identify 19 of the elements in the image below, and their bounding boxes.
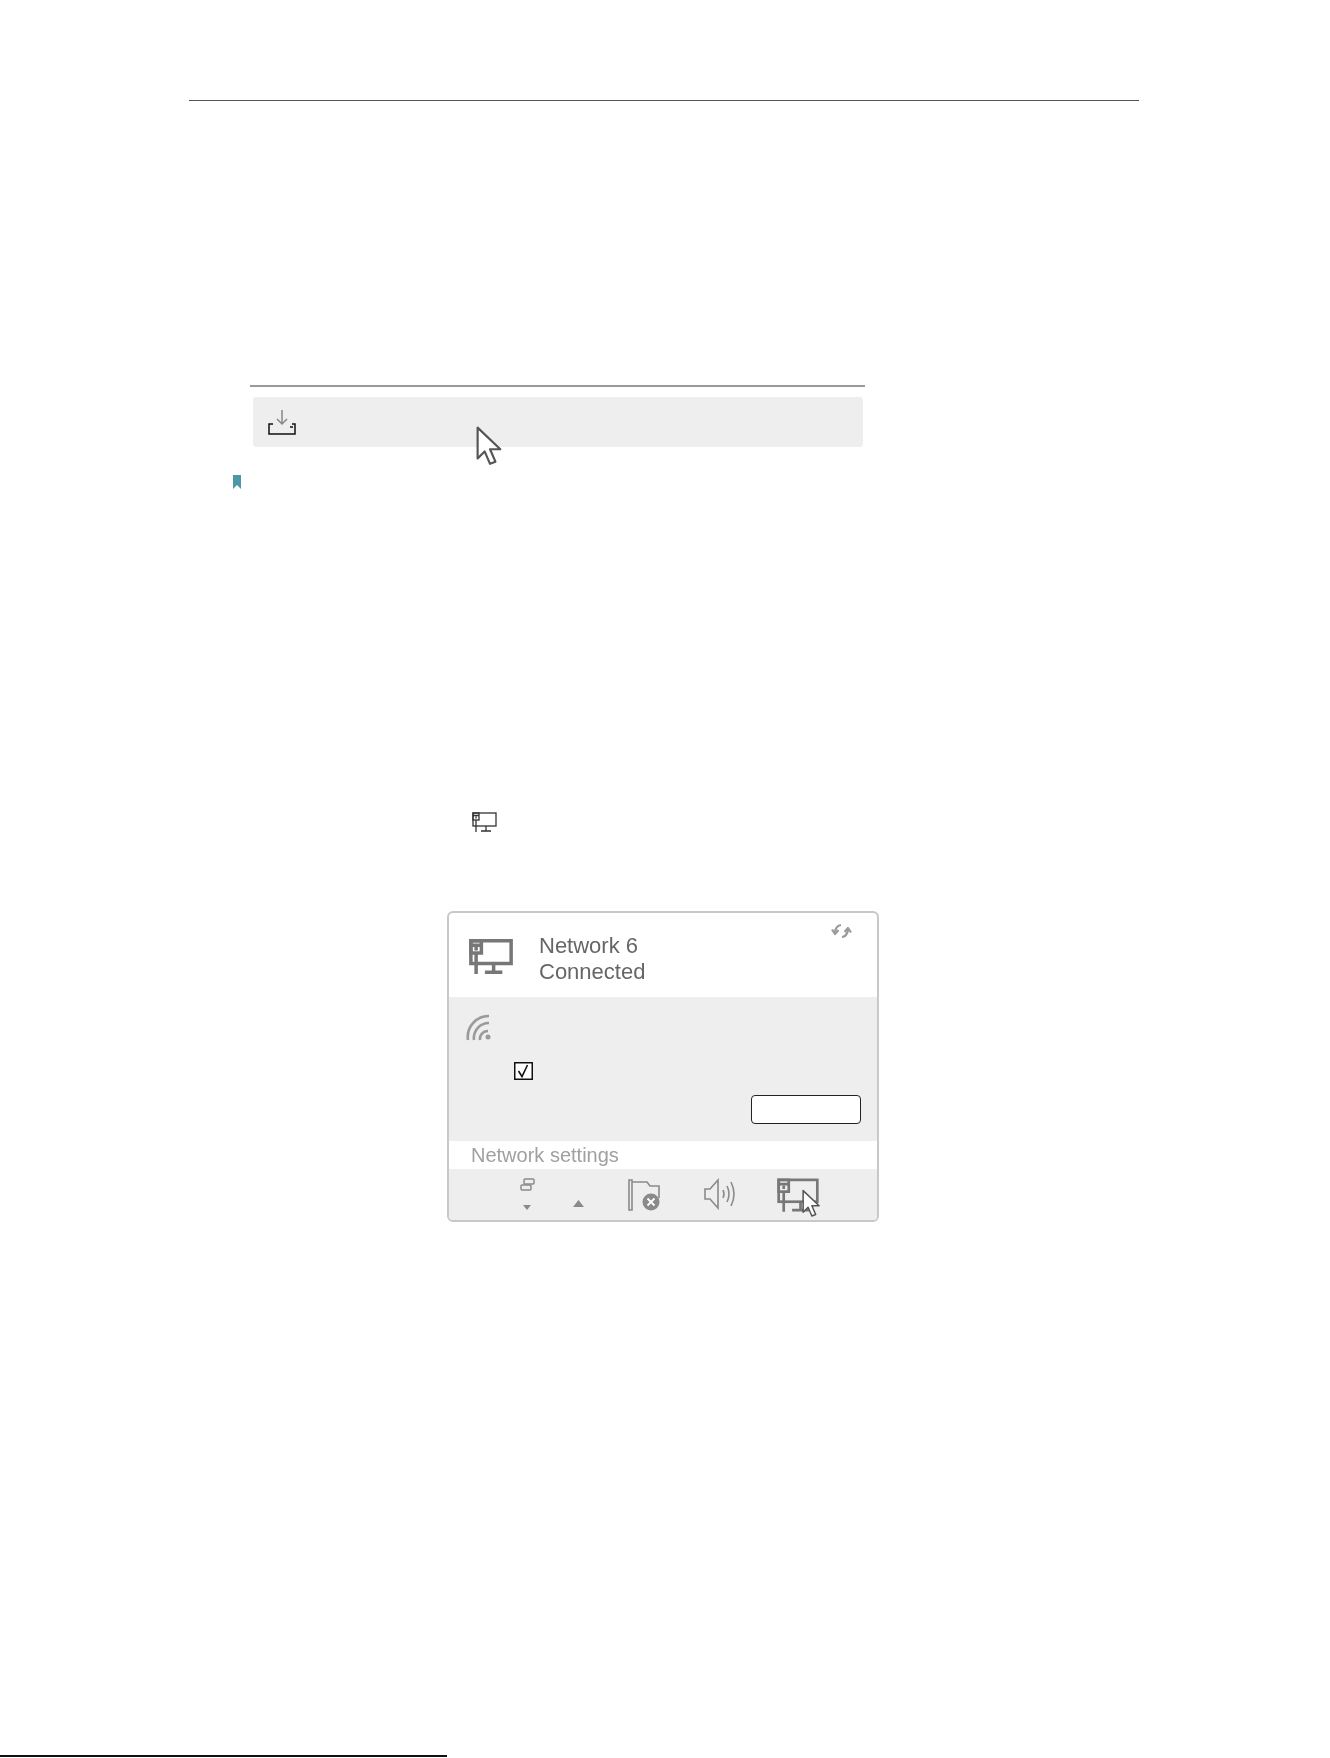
wifi-signal-icon (466, 1014, 492, 1041)
pointer-cursor-icon (476, 426, 503, 466)
network-status: Connected (539, 959, 646, 985)
empty-button[interactable] (751, 1095, 861, 1124)
speaker-icon[interactable] (704, 1178, 737, 1210)
checkbox[interactable] (514, 1062, 533, 1080)
down-triangle-icon[interactable] (523, 1205, 531, 1210)
window-icon[interactable] (520, 1178, 535, 1191)
download-tray-icon (268, 409, 296, 435)
ethernet-monitor-icon (469, 939, 513, 974)
network-settings-link[interactable]: Network settings (471, 1143, 619, 1167)
swap-arrows-icon (831, 922, 852, 940)
up-triangle-icon[interactable] (573, 1200, 584, 1207)
ethernet-monitor-icon (472, 812, 497, 832)
ethernet-monitor-icon[interactable] (777, 1178, 819, 1212)
pointer-cursor-icon (802, 1189, 821, 1218)
flag-error-icon[interactable] (627, 1178, 660, 1211)
network-name: Network 6 (539, 933, 640, 959)
bookmark-icon (233, 475, 241, 489)
